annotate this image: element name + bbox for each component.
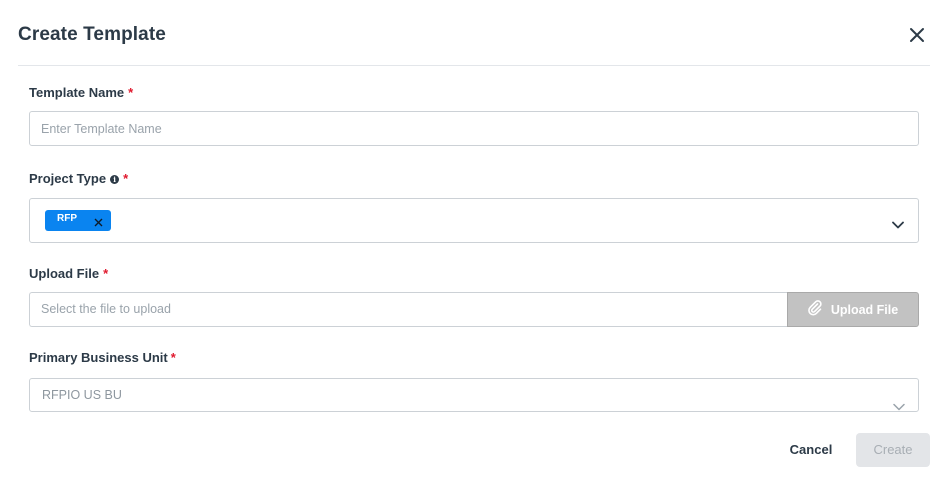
project-type-label: Project Type i * [29, 171, 128, 186]
close-icon[interactable] [908, 26, 926, 44]
cancel-button[interactable]: Cancel [780, 434, 842, 466]
dialog-title: Create Template [18, 24, 166, 45]
project-type-select[interactable]: RFP [29, 198, 919, 243]
chevron-down-icon[interactable] [893, 391, 905, 411]
upload-file-row: Select the file to upload Upload File [29, 292, 919, 327]
chip-label: RFP [57, 213, 77, 224]
create-template-dialog: Create Template Template Name* Project T… [0, 0, 946, 478]
template-name-input[interactable] [29, 111, 919, 146]
primary-business-unit-label: Primary Business Unit * [29, 350, 176, 365]
info-icon[interactable]: i [110, 175, 120, 184]
dialog-header: Create Template [18, 0, 930, 66]
required-marker: * [128, 85, 134, 100]
primary-business-unit-select[interactable]: RFPIO US BU [29, 378, 919, 412]
chevron-down-icon[interactable] [892, 216, 904, 229]
primary-business-unit-label-text: Primary Business Unit [29, 350, 168, 365]
required-marker: * [123, 171, 129, 186]
chip-remove-icon[interactable] [94, 216, 103, 227]
required-marker: * [170, 350, 176, 365]
template-name-label-text: Template Name [29, 85, 125, 100]
selected-business-unit: RFPIO US BU [42, 388, 122, 402]
project-type-chip: RFP [45, 210, 111, 231]
upload-file-button[interactable]: Upload File [787, 292, 919, 327]
upload-file-label-text: Upload File [29, 266, 100, 281]
create-button[interactable]: Create [856, 433, 930, 467]
project-type-label-text: Project Type [29, 171, 107, 186]
template-name-label: Template Name * [29, 85, 133, 100]
upload-button-label: Upload File [830, 302, 899, 317]
upload-file-input[interactable]: Select the file to upload [29, 292, 788, 327]
paperclip-icon [807, 300, 822, 319]
upload-file-label: Upload File * [29, 266, 108, 281]
required-marker: * [103, 266, 109, 281]
